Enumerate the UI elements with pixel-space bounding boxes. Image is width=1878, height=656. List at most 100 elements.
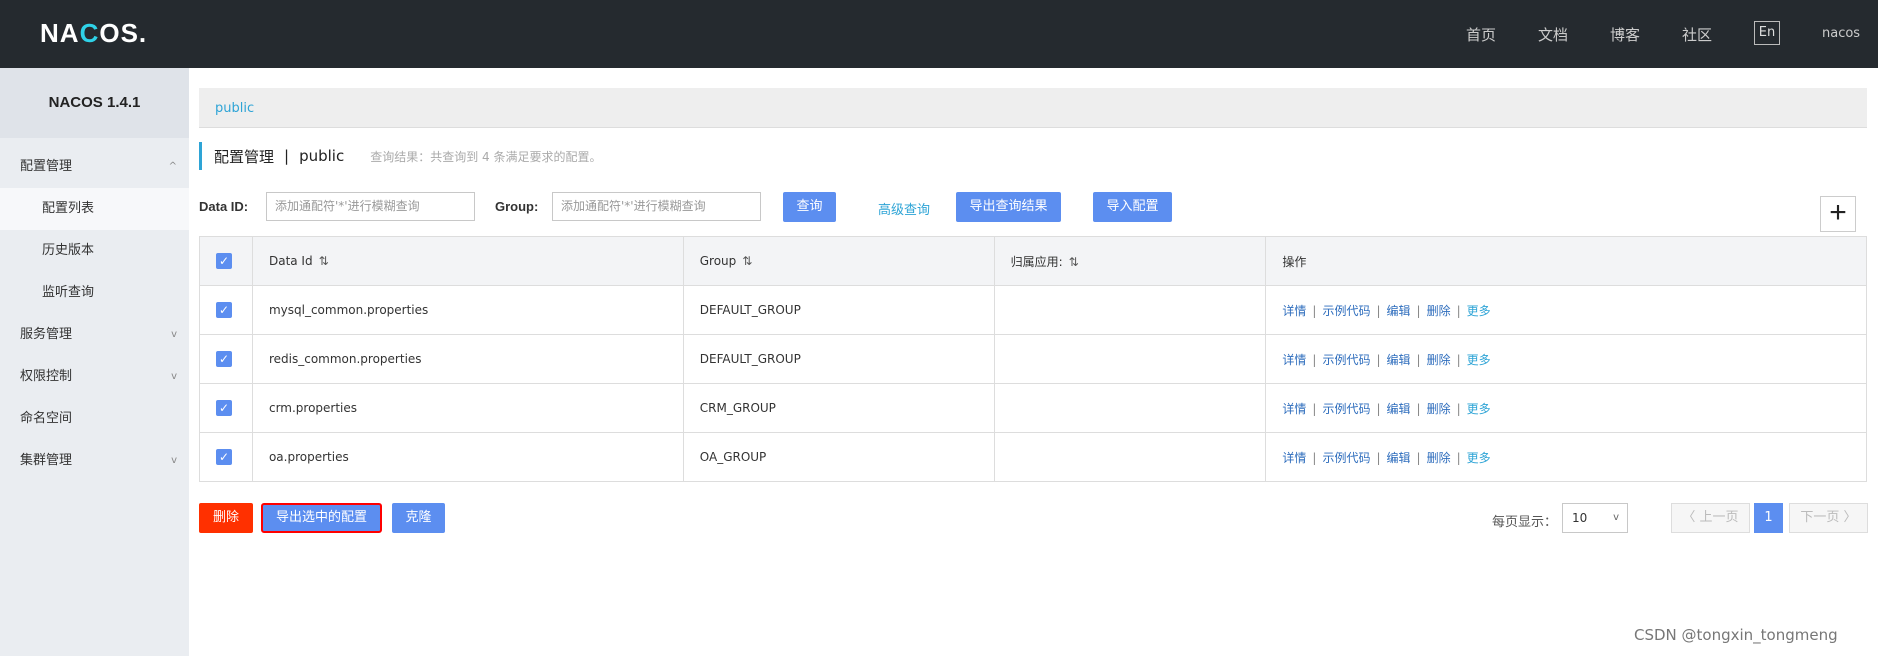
op-more[interactable]: 更多 bbox=[1467, 304, 1491, 318]
op-more[interactable]: 更多 bbox=[1467, 451, 1491, 465]
sort-icon[interactable]: ⇅ bbox=[1069, 255, 1079, 269]
sidebar-item-label: 权限控制 bbox=[20, 369, 73, 384]
op-delete[interactable]: 删除 bbox=[1427, 353, 1451, 367]
op-sample-code[interactable]: 示例代码 bbox=[1322, 451, 1370, 465]
row-ops: 详情 | 示例代码 | 编辑 | 删除 | 更多 bbox=[1265, 383, 1867, 433]
nacos-logo[interactable]: NACOS. bbox=[40, 18, 147, 49]
checkbox-checked-icon[interactable]: ✓ bbox=[216, 449, 232, 465]
query-result-hint: 查询结果：共查询到 4 条满足要求的配置。 bbox=[370, 149, 602, 164]
sidebar-item-config-list[interactable]: 配置列表 bbox=[0, 188, 189, 230]
op-detail[interactable]: 详情 bbox=[1282, 304, 1306, 318]
prev-page-button[interactable]: 〈 上一页 bbox=[1671, 503, 1750, 533]
row-group: DEFAULT_GROUP bbox=[682, 285, 995, 335]
op-separator: | bbox=[1312, 352, 1317, 367]
op-edit[interactable]: 编辑 bbox=[1387, 353, 1411, 367]
sidebar-item-label: 配置列表 bbox=[42, 201, 95, 216]
row-app bbox=[993, 383, 1267, 433]
chevron-up-icon: ^ bbox=[168, 161, 177, 172]
export-query-result-button[interactable]: 导出查询结果 bbox=[956, 192, 1061, 222]
op-detail[interactable]: 详情 bbox=[1282, 353, 1306, 367]
op-separator: | bbox=[1456, 401, 1461, 416]
chevron-down-icon: v bbox=[171, 371, 177, 382]
nav-community[interactable]: 社区 bbox=[1682, 24, 1712, 45]
sidebar-item-namespace[interactable]: 命名空间 bbox=[0, 398, 189, 440]
op-separator: | bbox=[1376, 450, 1381, 465]
op-separator: | bbox=[1456, 352, 1461, 367]
checkbox-checked-icon[interactable]: ✓ bbox=[216, 400, 232, 416]
chevron-down-icon: v bbox=[1613, 512, 1619, 523]
header-label: Data Id bbox=[268, 254, 313, 268]
header-dataid[interactable]: Data Id ⇅ bbox=[251, 236, 684, 286]
op-detail[interactable]: 详情 bbox=[1282, 451, 1306, 465]
clone-button[interactable]: 克隆 bbox=[392, 503, 445, 533]
op-delete[interactable]: 删除 bbox=[1427, 451, 1451, 465]
checkbox-checked-icon[interactable]: ✓ bbox=[216, 253, 232, 269]
sidebar-item-listener[interactable]: 监听查询 bbox=[0, 272, 189, 314]
logo-text-c: C bbox=[79, 18, 100, 48]
import-config-button[interactable]: 导入配置 bbox=[1093, 192, 1172, 222]
header-select-all[interactable]: ✓ bbox=[199, 236, 253, 286]
table-row: ✓ oa.properties OA_GROUP 详情 | 示例代码 | 编辑 | 删除 | 更… bbox=[199, 432, 1867, 482]
nav-blog[interactable]: 博客 bbox=[1610, 24, 1640, 45]
row-app bbox=[993, 432, 1267, 482]
op-separator: | bbox=[1416, 401, 1421, 416]
breadcrumb-namespace[interactable]: public bbox=[215, 101, 254, 116]
advanced-query-link[interactable]: 高级查询 bbox=[878, 199, 930, 218]
op-more[interactable]: 更多 bbox=[1467, 353, 1491, 367]
op-sample-code[interactable]: 示例代码 bbox=[1322, 353, 1370, 367]
sidebar-item-service[interactable]: 服务管理 v bbox=[0, 314, 189, 356]
export-selected-button[interactable]: 导出选中的配置 bbox=[261, 503, 382, 533]
op-sample-code[interactable]: 示例代码 bbox=[1322, 304, 1370, 318]
op-detail[interactable]: 详情 bbox=[1282, 402, 1306, 416]
nav-home[interactable]: 首页 bbox=[1466, 24, 1496, 45]
op-separator: | bbox=[1416, 303, 1421, 318]
page-1-button[interactable]: 1 bbox=[1754, 503, 1783, 533]
op-sample-code[interactable]: 示例代码 bbox=[1322, 402, 1370, 416]
row-app bbox=[993, 334, 1267, 384]
sidebar-item-cluster[interactable]: 集群管理 v bbox=[0, 440, 189, 482]
language-switch[interactable]: En bbox=[1754, 21, 1780, 45]
header-group[interactable]: Group ⇅ bbox=[682, 236, 995, 286]
page-size-label: 每页显示： bbox=[1492, 515, 1558, 530]
sort-icon[interactable]: ⇅ bbox=[319, 254, 329, 268]
sidebar-item-label: 监听查询 bbox=[42, 285, 95, 300]
page-size-value: 10 bbox=[1572, 511, 1588, 525]
sidebar-item-config[interactable]: 配置管理 ^ bbox=[0, 146, 189, 188]
table-row: ✓ redis_common.properties DEFAULT_GROUP … bbox=[199, 334, 1867, 384]
row-dataid: mysql_common.properties bbox=[251, 285, 684, 335]
op-edit[interactable]: 编辑 bbox=[1387, 402, 1411, 416]
table-row: ✓ mysql_common.properties DEFAULT_GROUP … bbox=[199, 285, 1867, 335]
sort-icon[interactable]: ⇅ bbox=[742, 254, 752, 268]
page-size-select[interactable]: 10 v bbox=[1562, 503, 1628, 533]
page-title-namespace: public bbox=[299, 147, 345, 165]
sidebar-item-history[interactable]: 历史版本 bbox=[0, 230, 189, 272]
op-more[interactable]: 更多 bbox=[1467, 402, 1491, 416]
op-edit[interactable]: 编辑 bbox=[1387, 451, 1411, 465]
header-label: 归属应用: bbox=[1010, 254, 1063, 269]
nav-docs[interactable]: 文档 bbox=[1538, 24, 1568, 45]
op-separator: | bbox=[1312, 450, 1317, 465]
user-menu[interactable]: nacos bbox=[1822, 26, 1860, 41]
op-separator: | bbox=[1416, 450, 1421, 465]
query-button[interactable]: 查询 bbox=[783, 192, 836, 222]
csdn-watermark: CSDN @tongxin_tongmeng bbox=[1634, 626, 1838, 644]
row-dataid: redis_common.properties bbox=[251, 334, 684, 384]
next-page-button[interactable]: 下一页 〉 bbox=[1789, 503, 1868, 533]
checkbox-checked-icon[interactable]: ✓ bbox=[216, 351, 232, 367]
op-separator: | bbox=[1416, 352, 1421, 367]
op-separator: | bbox=[1376, 352, 1381, 367]
op-separator: | bbox=[1456, 450, 1461, 465]
row-ops: 详情 | 示例代码 | 编辑 | 删除 | 更多 bbox=[1265, 334, 1867, 384]
header-app[interactable]: 归属应用: ⇅ bbox=[993, 236, 1267, 286]
op-delete[interactable]: 删除 bbox=[1427, 402, 1451, 416]
sidebar-item-auth[interactable]: 权限控制 v bbox=[0, 356, 189, 398]
op-delete[interactable]: 删除 bbox=[1427, 304, 1451, 318]
dataid-input[interactable]: 添加通配符'*'进行模糊查询 bbox=[266, 192, 475, 221]
group-input[interactable]: 添加通配符'*'进行模糊查询 bbox=[552, 192, 761, 221]
sidebar-item-label: 命名空间 bbox=[20, 411, 73, 426]
checkbox-checked-icon[interactable]: ✓ bbox=[216, 302, 232, 318]
op-edit[interactable]: 编辑 bbox=[1387, 304, 1411, 318]
page-title: 配置管理 | public 查询结果：共查询到 4 条满足要求的配置。 bbox=[199, 142, 601, 170]
add-config-button[interactable]: + bbox=[1820, 196, 1856, 232]
delete-selected-button[interactable]: 删除 bbox=[199, 503, 253, 533]
